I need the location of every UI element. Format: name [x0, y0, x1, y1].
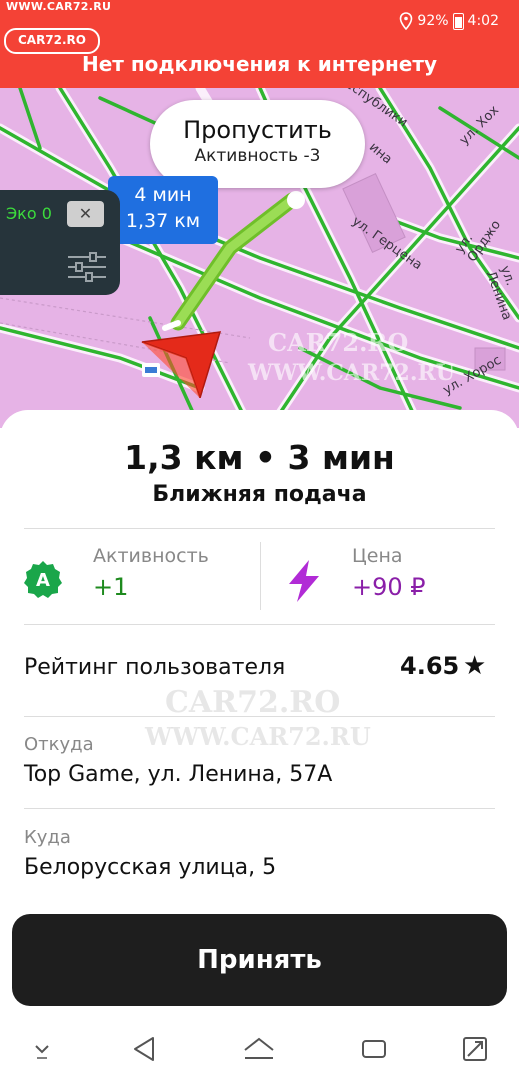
watermark-url: WWW.CAR72.RU — [6, 0, 112, 13]
battery-percent: 92% — [417, 13, 449, 29]
eta-bubble: 4 мин 1,37 км — [108, 176, 218, 244]
back-icon[interactable] — [115, 1020, 175, 1080]
destination-address: Белорусская улица, 5 — [24, 855, 277, 880]
clock: 4:02 — [467, 13, 499, 29]
eco-label: Эко 0 — [6, 204, 52, 223]
pickup-address: Top Game, ул. Ленина, 57А — [24, 762, 333, 787]
order-type: Ближняя подача — [152, 482, 367, 507]
skip-order-button[interactable]: Пропустить Активность -3 — [150, 100, 365, 188]
battery-icon — [452, 12, 464, 30]
close-icon: ✕ — [78, 204, 93, 223]
accept-order-button[interactable]: Принять — [12, 914, 507, 1006]
vertical-divider — [260, 542, 261, 610]
fullscreen-icon[interactable] — [445, 1020, 505, 1080]
activity-badge-letter: A — [36, 570, 50, 591]
price-value: +90 ₽ — [352, 573, 426, 601]
activity-label: Активность — [93, 545, 209, 567]
watermark-logo: CAR72.RO — [268, 328, 409, 357]
hide-navbar-icon[interactable] — [12, 1020, 72, 1080]
navigation-arrow-icon — [141, 331, 222, 398]
eta-distance: 1,37 км — [125, 210, 201, 232]
eco-panel: Эко 0 ✕ — [0, 190, 120, 295]
order-sheet: 1,3 км • 3 мин Ближняя подача A Активнос… — [0, 410, 519, 910]
destination-label: Куда — [24, 827, 71, 848]
star-icon: ★ — [463, 651, 487, 681]
recent-apps-icon[interactable] — [344, 1020, 404, 1080]
offline-banner: Нет подключения к интернету — [81, 52, 438, 76]
watermark-url: WWW.CAR72.RU — [248, 360, 455, 386]
pickup-label: Откуда — [24, 734, 94, 755]
order-distance-time: 1,3 км • 3 мин — [124, 438, 395, 477]
divider — [24, 624, 495, 625]
price-label: Цена — [352, 545, 403, 567]
home-icon[interactable] — [229, 1020, 289, 1080]
activity-badge-icon: A — [24, 561, 62, 598]
skip-penalty: Активность -3 — [194, 146, 321, 166]
divider — [24, 808, 495, 809]
location-icon — [400, 12, 413, 30]
system-nav-bar — [0, 1020, 519, 1080]
divider — [24, 528, 495, 529]
watermark-logo: CAR72.RO — [165, 685, 341, 720]
rating-value: 4.65 — [400, 652, 460, 680]
system-indicators: 92% 4:02 — [399, 12, 499, 30]
filter-settings-icon[interactable] — [66, 252, 108, 282]
close-button[interactable]: ✕ — [67, 201, 104, 227]
skip-title: Пропустить — [183, 116, 332, 144]
activity-value: +1 — [93, 573, 129, 601]
lightning-icon — [289, 560, 319, 602]
watermark-url: WWW.CAR72.RU — [145, 722, 371, 751]
watermark-logo: CAR72.RO — [4, 28, 100, 54]
status-bar: WWW.CAR72.RU CAR72.RO 92% 4:02 Нет подкл… — [0, 0, 519, 88]
eta-time: 4 мин — [134, 184, 192, 206]
rating-label: Рейтинг пользователя — [24, 655, 286, 680]
